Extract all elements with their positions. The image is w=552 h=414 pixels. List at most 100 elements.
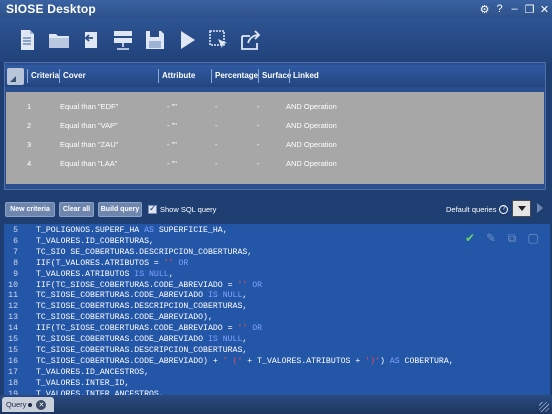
new-criteria-button[interactable]: New criteria — [5, 201, 55, 217]
select-all-corner[interactable] — [7, 67, 24, 85]
default-queries: Default queries ? — [446, 204, 509, 214]
cell-surface: - — [257, 159, 260, 168]
table-row[interactable]: 2 Equal than "VAP" - "" - - AND Operatio… — [6, 116, 544, 135]
code-line[interactable]: 11 TC_SIOSE_COBERTURAS.CODE_ABREVIADO IS … — [4, 291, 544, 302]
new-document-icon[interactable] — [13, 24, 40, 56]
query-tab[interactable]: Query ✕ — [2, 397, 54, 412]
code-text: T_VALORES.ID_COBERTURAS, — [36, 236, 154, 246]
resize-grip-icon[interactable] — [539, 402, 549, 412]
copy-icon[interactable]: ⧉ — [504, 230, 520, 246]
code-line[interactable]: 9 T_VALORES.ATRIBUTOS IS NULL, — [4, 270, 544, 281]
modified-dot-icon — [28, 402, 33, 407]
cell-percentage: - — [215, 159, 218, 168]
cell-attribute: - "" — [167, 121, 177, 130]
table-row[interactable]: 4 Equal than "LAA" - "" - - AND Operatio… — [6, 154, 544, 173]
server-icon[interactable] — [109, 24, 136, 56]
query-tab-label: Query — [6, 400, 27, 409]
run-icon[interactable] — [173, 24, 200, 56]
code-line[interactable]: 16 TC_SIOSE_COBERTURAS.CODE_ABREVIADO) + … — [4, 357, 544, 368]
show-sql-checkbox[interactable] — [148, 203, 157, 214]
code-text: TC_SIOSE_COBERTURAS.CODE_ABREVIADO IS NU… — [36, 291, 248, 301]
col-criteria[interactable]: Criteria — [27, 69, 59, 83]
line-number: 6 — [13, 236, 18, 246]
code-line[interactable]: 8 IIF(T_VALORES.ATRIBUTOS = '' OR — [4, 259, 544, 270]
clear-icon[interactable]: ▢ — [525, 230, 541, 246]
format-icon[interactable]: ✎ — [483, 230, 499, 246]
undo-icon[interactable] — [77, 24, 104, 56]
code-text: IIF(T_VALORES.ATRIBUTOS = '' OR — [36, 258, 189, 268]
cell-criteria: 1 — [27, 102, 32, 111]
cell-linked: AND Operation — [286, 159, 337, 168]
default-queries-dropdown[interactable] — [512, 200, 531, 217]
code-text: TC_SIOSE_COBERTURAS.DESCRIPCION_COBERTUR… — [36, 302, 248, 312]
cell-percentage: - — [215, 121, 218, 130]
title-bar: SIOSE Desktop ⚙ ? – ❐ ✕ — [0, 0, 552, 18]
sql-editor[interactable]: 5 T_POLIGONOS.SUPERF_HA AS SUPERFICIE_HA,… — [4, 224, 550, 395]
cell-percentage: - — [215, 140, 218, 149]
cell-cover: Equal than "LAA" — [60, 159, 118, 168]
col-cover[interactable]: Cover — [59, 69, 158, 83]
select-icon[interactable] — [205, 24, 232, 56]
code-line[interactable]: 14 IIF(TC_SIOSE_COBERTURAS.CODE_ABREVIADO… — [4, 324, 544, 335]
line-number: 10 — [8, 280, 18, 290]
settings-icon[interactable]: ⚙ — [477, 0, 492, 18]
col-surface[interactable]: Surface — [258, 69, 291, 83]
cell-linked: AND Operation — [286, 140, 337, 149]
build-query-button[interactable]: Build query — [98, 201, 142, 217]
cell-percentage: - — [215, 102, 218, 111]
table-header: Criteria Cover Attribute Percentage Surf… — [5, 65, 545, 87]
code-line[interactable]: 12 TC_SIOSE_COBERTURAS.DESCRIPCION_COBERT… — [4, 302, 544, 313]
code-text: TC_SIOSE_COBERTURAS.CODE_ABREVIADO) + ' … — [36, 356, 454, 366]
col-linked[interactable]: Linked — [289, 69, 369, 83]
code-text: T_VALORES.INTER_ID, — [36, 378, 130, 388]
clear-all-button[interactable]: Clear all — [59, 201, 94, 217]
table-row[interactable]: 3 Equal than "ZAU" - "" - - AND Operatio… — [6, 135, 544, 154]
code-text: TC_SIOSE_COBERTURAS.CODE_ABREVIADO IS NU… — [36, 335, 248, 344]
default-queries-label: Default queries — [446, 204, 497, 214]
code-text: T_POLIGONOS.SUPERF_HA AS SUPERFICIE_HA, — [36, 226, 228, 235]
code-text: TC_SIOSE_COBERTURAS.DESCRIPCION_COBERTUR… — [36, 345, 248, 355]
query-actions-bar: New criteria Clear all Build query Show … — [0, 198, 552, 220]
code-line[interactable]: 10 IIF(TC_SIOSE_COBERTURAS.CODE_ABREVIADO… — [4, 281, 544, 292]
export-icon[interactable] — [237, 24, 264, 56]
code-line[interactable]: 17 T_VALORES.ID_ANCESTROS, — [4, 368, 544, 379]
line-number: 18 — [8, 378, 18, 388]
line-number: 8 — [13, 258, 18, 268]
help-icon[interactable]: ? — [492, 0, 507, 18]
code-line[interactable]: 13 TC_SIOSE_COBERTURAS.CODE_ABREVIADO), — [4, 313, 544, 324]
code-line[interactable]: 15 TC_SIOSE_COBERTURAS.DESCRIPCION_COBERT… — [4, 346, 544, 357]
cell-linked: AND Operation — [286, 121, 337, 130]
minimize-icon[interactable]: – — [507, 0, 522, 18]
code-text: T_VALORES.ID_ANCESTROS, — [36, 367, 150, 377]
cell-attribute: - "" — [167, 140, 177, 149]
open-folder-icon[interactable] — [45, 24, 72, 56]
app-title: SIOSE Desktop — [6, 2, 96, 16]
cell-cover: Equal than "ZAU" — [60, 140, 119, 149]
editor-tools: ✔ ✎ ⧉ ▢ — [462, 230, 541, 246]
maximize-icon[interactable]: ❐ — [522, 0, 537, 18]
col-percentage[interactable]: Percentage — [211, 69, 258, 83]
run-default-icon[interactable] — [537, 203, 543, 213]
cell-criteria: 2 — [27, 121, 32, 130]
status-bar: Query ✕ — [0, 395, 552, 414]
main-toolbar — [0, 18, 552, 62]
cell-attribute: - "" — [167, 102, 177, 111]
help-icon[interactable]: ? — [499, 204, 509, 214]
line-number: 5 — [13, 226, 18, 235]
code-line[interactable]: 18 T_VALORES.INTER_ID, — [4, 379, 544, 390]
cell-surface: - — [257, 102, 260, 111]
cell-attribute: - "" — [167, 159, 177, 168]
code-line[interactable]: 7 TC_SIO SE_COBERTURAS.DESCRIPCION_COBERT… — [4, 248, 544, 259]
code-line[interactable]: 15 TC_SIOSE_COBERTURAS.CODE_ABREVIADO IS … — [4, 335, 544, 346]
code-text: IIF(TC_SIOSE_COBERTURAS.CODE_ABREVIADO =… — [36, 280, 263, 290]
show-sql-label: Show SQL query — [160, 204, 217, 214]
cell-criteria: 4 — [27, 159, 32, 168]
table-row[interactable]: 1 Equal than "EDF" - "" - - AND Operatio… — [6, 97, 544, 116]
close-tab-icon[interactable]: ✕ — [36, 399, 47, 410]
code-text: TC_SIOSE_COBERTURAS.CODE_ABREVIADO), — [36, 313, 213, 323]
validate-icon[interactable]: ✔ — [462, 230, 478, 246]
close-icon[interactable]: ✕ — [537, 0, 552, 18]
col-attribute[interactable]: Attribute — [158, 69, 211, 83]
save-icon[interactable] — [141, 24, 168, 56]
criteria-table: Criteria Cover Attribute Percentage Surf… — [4, 62, 546, 190]
